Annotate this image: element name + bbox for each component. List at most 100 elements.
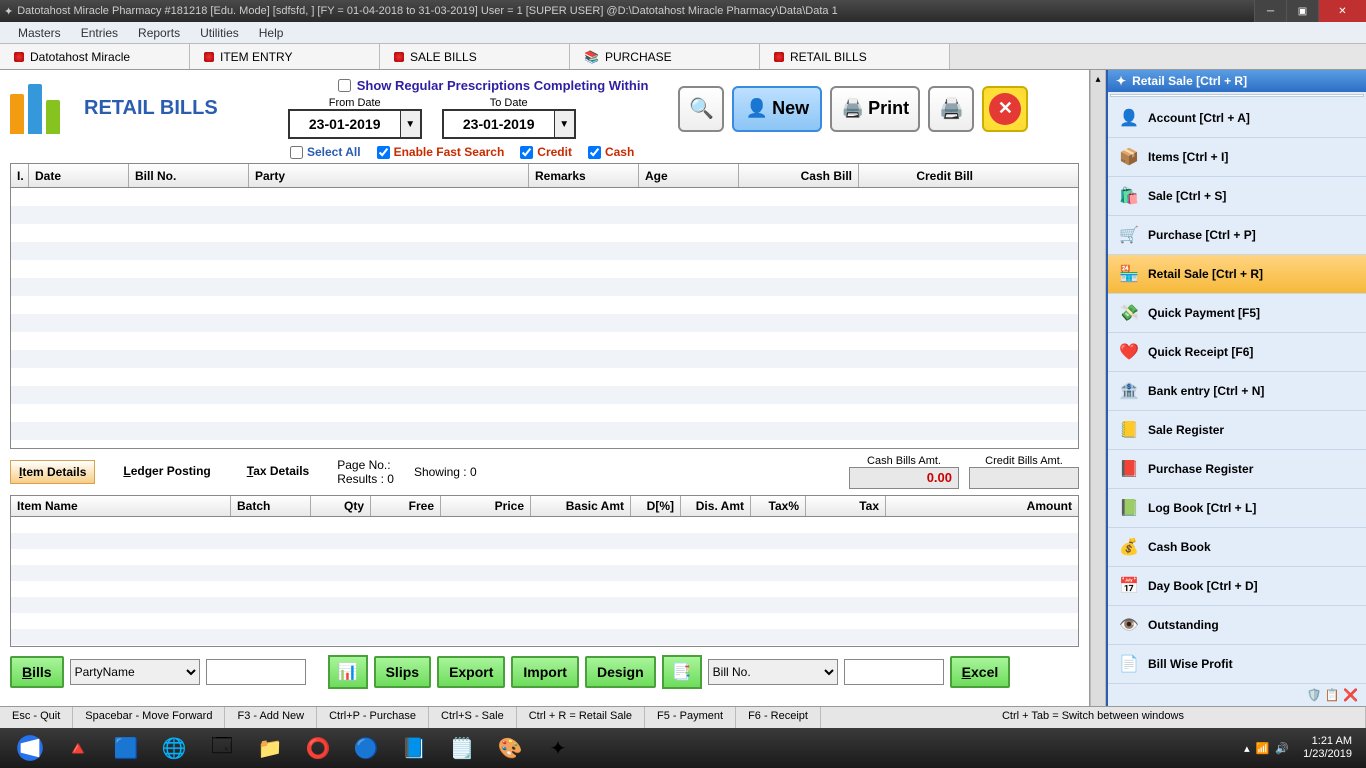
sidebar-item-10[interactable]: 📗Log Book [Ctrl + L] <box>1108 489 1366 528</box>
from-date-input[interactable] <box>290 111 400 137</box>
sidebar-item-6[interactable]: ❤️Quick Receipt [F6] <box>1108 333 1366 372</box>
enable-fast-search-checkbox[interactable] <box>377 146 390 159</box>
tab-retail-bills[interactable]: RETAIL BILLS <box>760 44 950 69</box>
close-button[interactable]: ✕ <box>1318 0 1366 22</box>
col-i[interactable]: I. <box>11 164 29 187</box>
excel-button[interactable]: Excel <box>950 656 1011 688</box>
col-price[interactable]: Price <box>441 496 531 516</box>
sidebar-item-icon: 📦 <box>1118 146 1140 168</box>
sidebar-item-12[interactable]: 📅Day Book [Ctrl + D] <box>1108 567 1366 606</box>
col-billno[interactable]: Bill No. <box>129 164 249 187</box>
sidebar-item-2[interactable]: 🛍️Sale [Ctrl + S] <box>1108 177 1366 216</box>
bills-button[interactable]: Bills <box>10 656 64 688</box>
col-basic-amt[interactable]: Basic Amt <box>531 496 631 516</box>
col-disc-pct[interactable]: D[%] <box>631 496 681 516</box>
design-button[interactable]: Design <box>585 656 656 688</box>
col-cashbill[interactable]: Cash Bill <box>739 164 859 187</box>
sidebar-item-9[interactable]: 📕Purchase Register <box>1108 450 1366 489</box>
start-button[interactable] <box>6 732 54 764</box>
item-details-tab[interactable]: Item Details <box>10 460 95 484</box>
show-prescriptions-checkbox[interactable] <box>338 79 351 92</box>
sidebar-item-label: Bill Wise Profit <box>1148 657 1233 671</box>
maximize-button[interactable]: ▣ <box>1286 0 1318 22</box>
sidebar-item-7[interactable]: 🏦Bank entry [Ctrl + N] <box>1108 372 1366 411</box>
col-tax-pct[interactable]: Tax% <box>751 496 806 516</box>
col-free[interactable]: Free <box>371 496 441 516</box>
sort-button[interactable]: 📑 <box>662 655 702 689</box>
sidebar-footer-icons[interactable]: 🛡️ 📋 ❌ <box>1108 684 1366 706</box>
sidebar-item-0[interactable]: 👤Account [Ctrl + A] <box>1108 99 1366 138</box>
items-table-body[interactable] <box>10 517 1079 647</box>
tab-purchase[interactable]: 📚PURCHASE <box>570 44 760 69</box>
taskbar-explorer[interactable]: 📁 <box>246 732 294 764</box>
menu-entries[interactable]: Entries <box>71 24 128 42</box>
menu-reports[interactable]: Reports <box>128 24 190 42</box>
bills-table-body[interactable] <box>11 188 1078 448</box>
taskbar-notes[interactable]: 🗒️ <box>438 732 486 764</box>
tab-sale-bills[interactable]: SALE BILLS <box>380 44 570 69</box>
select-all-checkbox[interactable] <box>290 146 303 159</box>
sidebar-item-4[interactable]: 🏪Retail Sale [Ctrl + R] <box>1108 255 1366 294</box>
taskbar-snip[interactable]: 🟦 <box>102 732 150 764</box>
sidebar-item-11[interactable]: 💰Cash Book <box>1108 528 1366 567</box>
col-date[interactable]: Date <box>29 164 129 187</box>
tray-volume-icon[interactable]: 🔊 <box>1275 742 1289 755</box>
slips-button[interactable]: Slips <box>374 656 431 688</box>
taskbar-paint[interactable]: 🎨 <box>486 732 534 764</box>
sidebar-item-13[interactable]: 👁️Outstanding <box>1108 606 1366 645</box>
tax-details-tab[interactable]: Tax Details <box>239 460 318 484</box>
col-remarks[interactable]: Remarks <box>529 164 639 187</box>
bill-no-select[interactable]: Bill No. <box>708 659 838 685</box>
new-button[interactable]: 👤New <box>732 86 822 132</box>
ledger-posting-tab[interactable]: Ledger Posting <box>115 460 218 484</box>
menu-masters[interactable]: Masters <box>8 24 71 42</box>
credit-checkbox[interactable] <box>520 146 533 159</box>
tray-arrow-icon[interactable]: ▴ <box>1244 742 1250 755</box>
taskbar-chrome[interactable]: 🔵 <box>342 732 390 764</box>
to-date-dropdown[interactable]: ▼ <box>554 111 574 137</box>
print-button[interactable]: 🖨️Print <box>830 86 920 132</box>
taskbar-pharmacy[interactable]: ✦ <box>534 732 582 764</box>
tray-network-icon[interactable]: 📶 <box>1256 742 1270 755</box>
menu-help[interactable]: Help <box>249 24 294 42</box>
taskbar-opera[interactable]: ⭕ <box>294 732 342 764</box>
taskbar-vlc[interactable]: 🔺 <box>54 732 102 764</box>
taskbar-app1[interactable]: 🗔 <box>198 732 246 764</box>
cash-checkbox[interactable] <box>588 146 601 159</box>
col-age[interactable]: Age <box>639 164 739 187</box>
from-date-dropdown[interactable]: ▼ <box>400 111 420 137</box>
vertical-scrollbar[interactable]: ▴ <box>1090 70 1106 706</box>
col-tax[interactable]: Tax <box>806 496 886 516</box>
sidebar-item-14[interactable]: 📄Bill Wise Profit <box>1108 645 1366 684</box>
bill-no-filter-input[interactable] <box>844 659 944 685</box>
sidebar-search-area[interactable] <box>1110 94 1364 97</box>
col-amount[interactable]: Amount <box>886 496 1078 516</box>
col-creditbill[interactable]: Credit Bill <box>859 164 979 187</box>
close-page-button[interactable]: ✕ <box>982 86 1028 132</box>
tab-miracle[interactable]: Datotahost Miracle <box>0 44 190 69</box>
refresh-button[interactable]: 📊 <box>328 655 368 689</box>
col-party[interactable]: Party <box>249 164 529 187</box>
col-dis-amt[interactable]: Dis. Amt <box>681 496 751 516</box>
minimize-button[interactable]: ─ <box>1254 0 1286 22</box>
export-button[interactable]: Export <box>437 656 505 688</box>
col-qty[interactable]: Qty <box>311 496 371 516</box>
import-button[interactable]: Import <box>511 656 579 688</box>
logo-icon <box>10 84 74 134</box>
print-icon-button[interactable]: 🖨️ <box>928 86 974 132</box>
to-date-input[interactable] <box>444 111 554 137</box>
tray-clock[interactable]: 1:21 AM 1/23/2019 <box>1295 735 1360 761</box>
taskbar-word[interactable]: 📘 <box>390 732 438 764</box>
col-batch[interactable]: Batch <box>231 496 311 516</box>
menu-utilities[interactable]: Utilities <box>190 24 249 42</box>
search-button[interactable]: 🔍 <box>678 86 724 132</box>
sidebar-item-3[interactable]: 🛒Purchase [Ctrl + P] <box>1108 216 1366 255</box>
sidebar-item-5[interactable]: 💸Quick Payment [F5] <box>1108 294 1366 333</box>
sidebar-item-8[interactable]: 📒Sale Register <box>1108 411 1366 450</box>
tab-item-entry[interactable]: ITEM ENTRY <box>190 44 380 69</box>
party-filter-input[interactable] <box>206 659 306 685</box>
col-item-name[interactable]: Item Name <box>11 496 231 516</box>
sidebar-item-1[interactable]: 📦Items [Ctrl + I] <box>1108 138 1366 177</box>
party-name-select[interactable]: PartyName <box>70 659 200 685</box>
taskbar-ie[interactable]: 🌐 <box>150 732 198 764</box>
